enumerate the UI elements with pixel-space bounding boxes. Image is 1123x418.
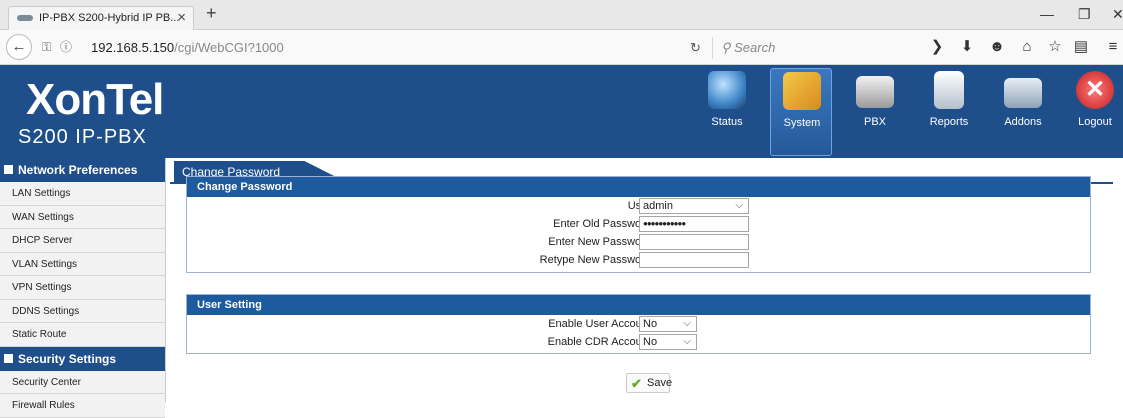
app-header: XonTel S200 IP-PBX Status System PBX Rep… <box>0 65 1123 158</box>
sidebar-item-security-center[interactable]: Security Center <box>0 370 165 394</box>
sidebar-item-ddns-settings[interactable]: DDNS Settings <box>0 299 165 323</box>
chevron-down-icon: ⌵ <box>683 318 691 329</box>
sidebar-item-firewall-rules[interactable]: Firewall Rules <box>0 394 165 418</box>
retype-password-label: Retype New Password: <box>539 254 654 266</box>
logout-icon: ✕ <box>1076 71 1114 109</box>
pocket-icon[interactable]: ❯ <box>928 38 946 56</box>
key-icon: ⚿ <box>42 40 52 54</box>
system-icon <box>783 72 821 110</box>
minimize-icon[interactable]: — <box>1040 6 1054 22</box>
search-placeholder: Search <box>734 40 776 55</box>
new-tab-icon[interactable]: + <box>206 3 217 24</box>
new-password-field[interactable] <box>639 234 749 250</box>
sidebar-item-dhcp-server[interactable]: DHCP Server <box>0 229 165 253</box>
save-button[interactable]: ✔ Save <box>626 373 672 393</box>
url-path: /cgi/WebCGI?1000 <box>174 40 284 55</box>
browser-tab[interactable]: IP-PBX S200-Hybrid IP PB... × <box>8 6 194 30</box>
reports-icon <box>934 71 964 109</box>
sidebar-item-vpn-settings[interactable]: VPN Settings <box>0 276 165 300</box>
enable-cdr-account-select[interactable]: No ⌵ <box>639 334 697 350</box>
module-system[interactable]: System <box>770 68 832 156</box>
back-icon[interactable]: ← <box>6 34 32 60</box>
search-input[interactable]: ⚲ Search <box>712 37 912 59</box>
checkmark-icon: ✔ <box>631 376 642 391</box>
tab-title: IP-PBX S200-Hybrid IP PB... <box>39 12 180 24</box>
bookmark-star-icon[interactable]: ☆ <box>1046 38 1064 56</box>
old-password-field[interactable]: ●●●●●●●●●●● <box>639 216 749 232</box>
change-password-panel: Change Password User: admin⌵ Enter Old P… <box>186 176 1091 273</box>
panel-title: Change Password <box>187 177 1090 197</box>
collapse-icon <box>4 353 13 363</box>
sidebar-item-wan-settings[interactable]: WAN Settings <box>0 205 165 229</box>
pbx-icon <box>856 76 894 108</box>
maximize-icon[interactable]: ❐ <box>1078 6 1091 23</box>
favicon-icon <box>17 15 33 21</box>
module-status[interactable]: Status <box>696 68 758 156</box>
chevron-down-icon: ⌵ <box>683 336 691 347</box>
collapse-icon <box>4 165 13 174</box>
browser-tab-bar: IP-PBX S200-Hybrid IP PB... × + — ❐ ✕ <box>0 0 1123 30</box>
close-window-icon[interactable]: ✕ <box>1112 6 1123 23</box>
sidebar-section-security-settings[interactable]: Security Settings <box>0 346 165 371</box>
module-pbx[interactable]: PBX <box>844 68 906 156</box>
sidebar-item-static-route[interactable]: Static Route <box>0 323 165 347</box>
sidebar-section-network-preferences[interactable]: Network Preferences <box>0 158 165 182</box>
status-icon <box>708 71 746 109</box>
sidebar: Network Preferences LAN Settings WAN Set… <box>0 158 166 418</box>
user-setting-panel: User Setting Enable User Account: No ⌵ En… <box>186 294 1091 354</box>
url-host: 192.168.5.150 <box>91 40 175 55</box>
home-icon[interactable]: ⌂ <box>1018 38 1036 56</box>
module-logout[interactable]: ✕ Logout <box>1064 68 1123 156</box>
main-content: Change Password Change Password User: ad… <box>170 158 1123 403</box>
menu-icon[interactable]: ≡ <box>1104 38 1122 56</box>
addons-icon <box>1004 78 1042 108</box>
chat-icon[interactable]: ☻ <box>988 38 1006 56</box>
search-icon: ⚲ <box>721 40 735 55</box>
module-reports[interactable]: Reports <box>918 68 980 156</box>
logo-subtitle: S200 IP-PBX <box>18 126 147 148</box>
download-icon[interactable]: ⬇ <box>958 38 976 56</box>
enable-user-account-select[interactable]: No ⌵ <box>639 316 697 332</box>
chevron-down-icon: ⌵ <box>735 200 743 211</box>
user-select[interactable]: admin ⌵ <box>639 198 749 214</box>
module-addons[interactable]: Addons <box>992 68 1054 156</box>
sidebar-item-vlan-settings[interactable]: VLAN Settings <box>0 252 165 276</box>
sidebar-item-lan-settings[interactable]: LAN Settings <box>0 182 165 206</box>
close-tab-icon[interactable]: × <box>177 7 186 29</box>
url-bar[interactable]: ⚿ ⓘ 192.168.5.150/cgi/WebCGI?1000 <box>36 37 686 59</box>
info-icon[interactable]: ⓘ <box>60 41 73 54</box>
retype-password-field[interactable] <box>639 252 749 268</box>
panel-title: User Setting <box>187 295 1090 315</box>
browser-nav-bar: ← ⚿ ⓘ 192.168.5.150/cgi/WebCGI?1000 ↻ ⚲ … <box>0 30 1123 65</box>
reading-list-icon[interactable]: ▤ <box>1072 38 1090 56</box>
reload-icon[interactable]: ↻ <box>690 40 701 56</box>
logo: XonTel <box>26 75 164 124</box>
